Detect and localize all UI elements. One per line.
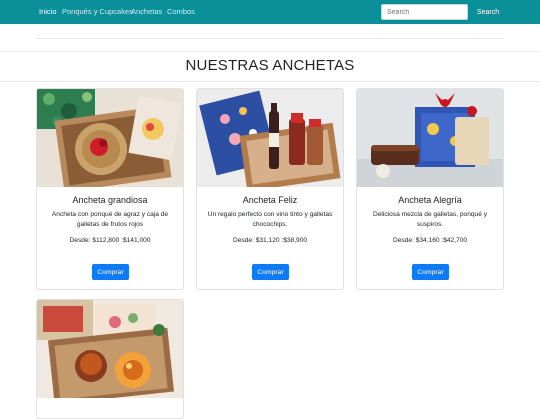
search-input[interactable] [381,4,468,20]
product-card: Ancheta grandiosa Ancheta con ponqué de … [36,88,184,290]
product-card: Ancheta Feliz Un regalo perfecto con vin… [196,88,344,290]
product-price: Desde: $34,160 :$42,700 [392,237,468,244]
nav-link-ponques-cupcakes[interactable]: Ponqués y Cupcakes [62,7,133,16]
product-name: Ancheta grandiosa [72,195,148,205]
product-image-ancheta-alegria [357,89,503,187]
nav-link-combos[interactable]: Combos [167,7,195,16]
divider [36,38,504,39]
product-image-ancheta [37,300,183,398]
product-description: Deliciosa mezcla de galletas, ponqué y s… [373,211,487,228]
product-description: Un regalo perfecto con vino tinto y gall… [207,211,333,228]
buy-button[interactable]: Comprar [252,264,289,280]
product-price: Desde: $31,120 :$38,900 [232,237,308,244]
buy-button[interactable]: Comprar [412,264,449,280]
product-description: Ancheta con ponqué de agraz y caja de ga… [51,211,169,228]
divider [0,51,540,52]
product-image-ancheta-grandiosa [37,89,183,187]
product-image-ancheta-feliz [197,89,343,187]
nav-link-inicio[interactable]: Inicio [39,7,57,16]
product-card: Ancheta Alegría Deliciosa mezcla de gall… [356,88,504,290]
product-name: Ancheta Alegría [398,195,462,205]
buy-button[interactable]: Comprar [92,264,129,280]
navbar: Inicio Ponqués y Cupcakes Anchetas Combo… [0,0,540,24]
nav-link-anchetas[interactable]: Anchetas [131,7,162,16]
page-title: NUESTRAS ANCHETAS [185,57,355,74]
search-button[interactable]: Search [471,4,505,20]
divider [0,81,540,82]
product-name: Ancheta Feliz [242,195,298,205]
product-price: Desde: $112,800 :$141,000 [69,237,151,244]
product-card [36,299,184,419]
